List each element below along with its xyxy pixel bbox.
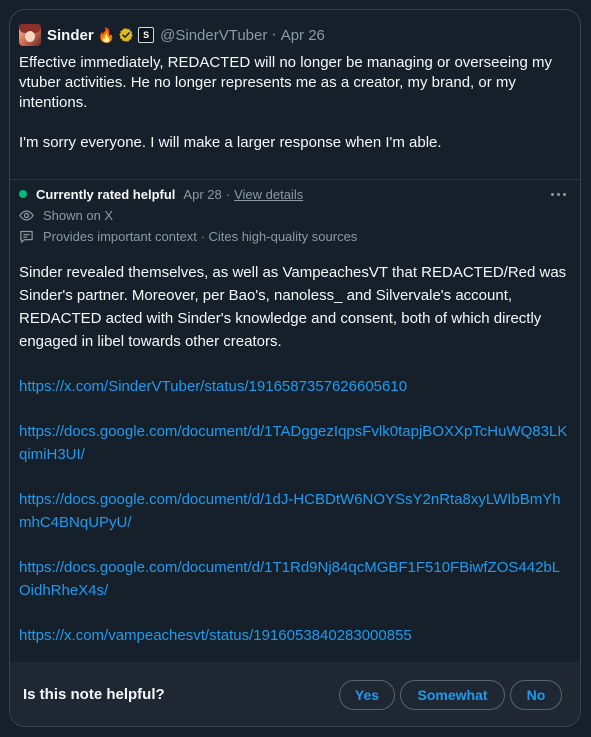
post-paragraph: I'm sorry everyone. I will make a larger… [19, 134, 442, 151]
note-link[interactable]: https://docs.google.com/document/d/1dJ-H… [19, 491, 561, 531]
note-status: Currently rated helpful [36, 186, 176, 202]
speech-bubble-icon [20, 230, 33, 243]
yes-button[interactable]: Yes [339, 680, 395, 710]
post-date[interactable]: Apr 26 [281, 27, 325, 44]
verified-badge-icon[interactable] [118, 27, 134, 43]
context-text: Provides important context · Cites high-… [43, 228, 358, 244]
note-separator: · [225, 186, 231, 202]
header-separator: · [271, 26, 277, 43]
author-name[interactable]: Sinder [47, 27, 94, 44]
post-paragraph: Effective immediately, REDACTED will no … [19, 54, 553, 111]
no-button[interactable]: No [510, 680, 562, 710]
eye-icon [19, 209, 34, 221]
community-note-body: Sinder revealed themselves, as well as V… [19, 261, 571, 647]
context-row: Provides important context · Cites high-… [19, 227, 357, 245]
note-link[interactable]: https://docs.google.com/document/d/1T1Rd… [19, 559, 560, 599]
helpful-status-icon [19, 190, 27, 198]
rating-footer: Is this note helpful? Yes Somewhat No [10, 662, 580, 726]
avatar[interactable] [19, 24, 41, 46]
shown-on-text: Shown on X [43, 207, 114, 223]
author-handle[interactable]: @SinderVTuber [160, 27, 267, 44]
shown-on-row: Shown on X [19, 206, 113, 224]
note-text: Sinder revealed themselves, as well as V… [19, 264, 567, 350]
somewhat-button[interactable]: Somewhat [400, 680, 505, 710]
note-link[interactable]: https://docs.google.com/document/d/1TADg… [19, 423, 567, 463]
helpful-question: Is this note helpful? [23, 686, 165, 703]
fire-emoji-icon: 🔥 [97, 26, 116, 43]
divider [10, 179, 580, 180]
note-date: Apr 28 [183, 186, 222, 202]
community-note-header: Currently rated helpful Apr 28 · View de… [19, 184, 568, 204]
post-card: Sinder 🔥 S @SinderVTuber · Apr 26 Effect… [9, 9, 581, 727]
note-link[interactable]: https://x.com/SinderVTuber/status/191658… [19, 378, 407, 395]
more-options-icon[interactable] [548, 184, 568, 204]
post-text: Effective immediately, REDACTED will no … [19, 53, 569, 153]
note-link[interactable]: https://x.com/vampeachesvt/status/191605… [19, 627, 412, 644]
view-details-link[interactable]: View details [234, 187, 303, 202]
affiliate-badge-icon[interactable]: S [138, 27, 155, 43]
post-header: Sinder 🔥 S @SinderVTuber · Apr 26 [19, 24, 325, 46]
